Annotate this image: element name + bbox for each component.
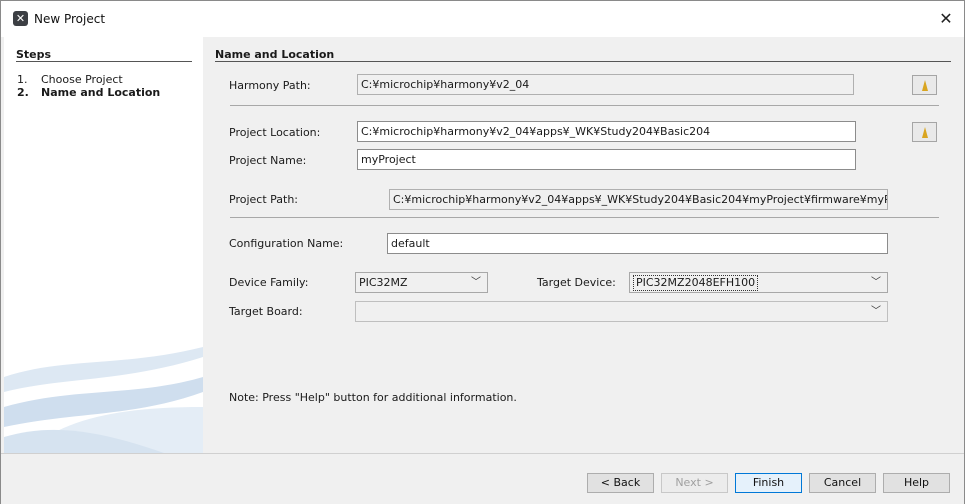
back-button[interactable]: < Back bbox=[587, 473, 654, 493]
project-name-label: Project Name: bbox=[229, 154, 307, 167]
chevron-down-icon: ﹀ bbox=[871, 306, 881, 317]
steps-pane: Steps 1. Choose Project 2. Name and Locati… bbox=[4, 37, 203, 453]
window-title: New Project bbox=[34, 12, 106, 26]
cancel-button[interactable]: Cancel bbox=[809, 473, 876, 493]
project-location-browse-button[interactable] bbox=[912, 122, 937, 142]
target-board-label: Target Board: bbox=[229, 305, 303, 318]
device-family-value: PIC32MZ bbox=[359, 276, 408, 289]
project-name-field[interactable]: myProject bbox=[357, 149, 856, 170]
title-bar: ✕ New Project ✕ bbox=[1, 1, 964, 37]
step-number: 2. bbox=[17, 86, 29, 99]
close-button[interactable]: ✕ bbox=[935, 9, 957, 29]
separator bbox=[230, 217, 939, 218]
project-location-label: Project Location: bbox=[229, 126, 321, 139]
project-path-field[interactable]: C:¥microchip¥harmony¥v2_04¥apps¥_WK¥Stud… bbox=[389, 189, 888, 210]
device-family-label: Device Family: bbox=[229, 276, 309, 289]
step-choose-project: 1. Choose Project bbox=[17, 73, 123, 86]
panel-heading: Name and Location bbox=[215, 48, 335, 61]
step-name-and-location: 2. Name and Location bbox=[17, 86, 160, 99]
configuration-name-field[interactable]: default bbox=[387, 233, 888, 254]
step-number: 1. bbox=[17, 73, 28, 86]
harmony-path-field[interactable]: C:¥microchip¥harmony¥v2_04 bbox=[357, 74, 854, 95]
steps-heading: Steps bbox=[16, 48, 52, 61]
separator bbox=[230, 105, 939, 106]
help-note: Note: Press "Help" button for additional… bbox=[229, 391, 517, 404]
finish-button[interactable]: Finish bbox=[735, 473, 802, 493]
button-bar: < Back Next > Finish Cancel Help bbox=[1, 453, 964, 504]
harmony-path-label: Harmony Path: bbox=[229, 79, 311, 92]
help-button[interactable]: Help bbox=[883, 473, 950, 493]
folder-icon bbox=[922, 127, 928, 138]
next-button[interactable]: Next > bbox=[661, 473, 728, 493]
step-label: Choose Project bbox=[41, 73, 123, 86]
configuration-name-label: Configuration Name: bbox=[229, 237, 344, 250]
chevron-down-icon: ﹀ bbox=[871, 277, 881, 288]
project-path-label: Project Path: bbox=[229, 193, 299, 206]
target-device-select[interactable]: PIC32MZ2048EFH100 ﹀ bbox=[629, 272, 888, 293]
steps-divider bbox=[16, 61, 192, 62]
app-icon: ✕ bbox=[13, 11, 28, 26]
content-panel: Name and Location Harmony Path: C:¥micro… bbox=[203, 37, 964, 453]
target-board-select[interactable]: ﹀ bbox=[355, 301, 888, 322]
new-project-dialog: ✕ New Project ✕ Steps 1. Choose Project 2… bbox=[0, 0, 965, 504]
target-device-value: PIC32MZ2048EFH100 bbox=[633, 275, 759, 291]
device-family-select[interactable]: PIC32MZ ﹀ bbox=[355, 272, 488, 293]
harmony-path-browse-button[interactable] bbox=[912, 75, 937, 95]
project-location-field[interactable]: C:¥microchip¥harmony¥v2_04¥apps¥_WK¥Stud… bbox=[357, 121, 856, 142]
folder-icon bbox=[922, 80, 928, 91]
step-label: Name and Location bbox=[41, 86, 161, 99]
panel-divider bbox=[215, 61, 951, 62]
decorative-swoosh bbox=[4, 347, 203, 453]
chevron-down-icon: ﹀ bbox=[471, 277, 481, 288]
target-device-label: Target Device: bbox=[537, 276, 616, 289]
